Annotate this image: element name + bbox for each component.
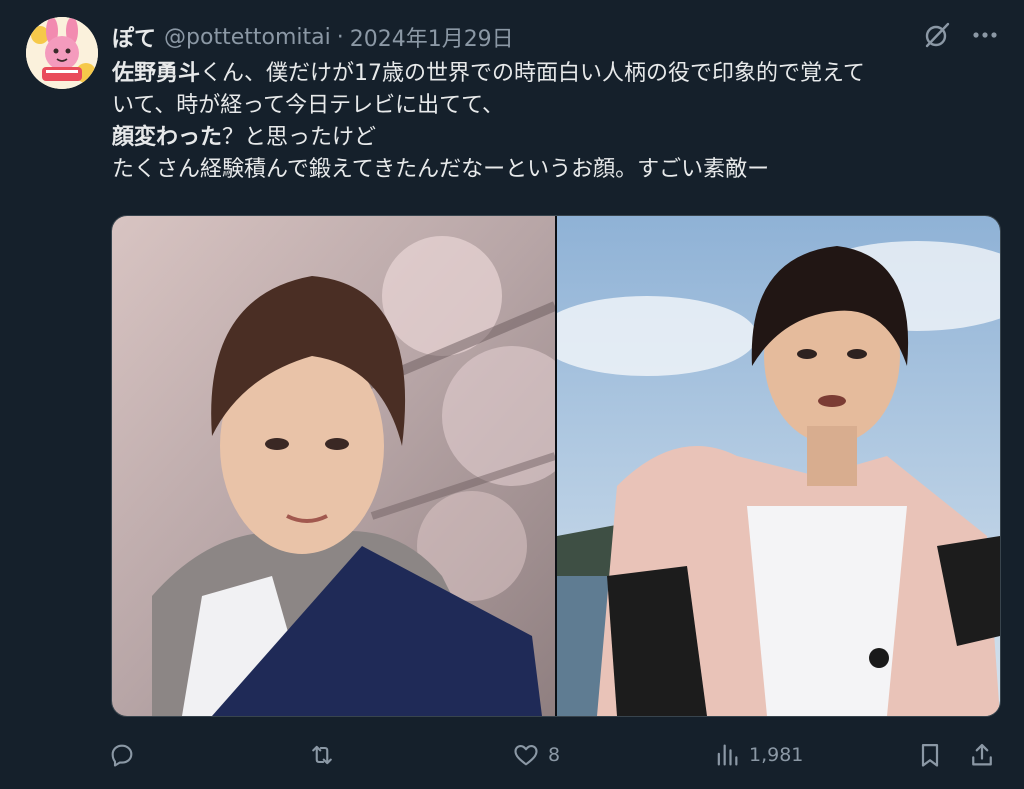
post-date[interactable]: 2024年1月29日 <box>350 21 514 53</box>
tweet: ぽて @pottettomitai · 2024年1月29日 佐野勇斗くん、僕だ… <box>0 0 1024 789</box>
heart-icon <box>514 744 538 766</box>
tweet-text-segment: いて、時が経って今日テレビに出てて、 <box>112 93 505 118</box>
like-button[interactable]: 8 <box>512 735 560 775</box>
tweet-text-segment: 佐野勇斗 <box>112 61 201 86</box>
like-count: 8 <box>548 744 561 766</box>
share-icon <box>972 743 992 766</box>
tweet-line: いて、時が経って今日テレビに出てて、 <box>112 90 992 122</box>
tweet-text-segment: ？と思ったけど <box>222 125 377 150</box>
share-button[interactable] <box>968 735 996 775</box>
reply-button[interactable] <box>108 735 144 775</box>
avatar[interactable] <box>26 17 98 89</box>
bookmark-icon <box>921 743 939 767</box>
view-count: 1,981 <box>749 744 804 766</box>
media-grid <box>111 215 1001 717</box>
separator: · <box>336 24 344 50</box>
photo-right[interactable] <box>557 216 1000 716</box>
tweet-text: 佐野勇斗くん、僕だけが17歳の世界での時面白い人柄の役で印象的で覚えて いて、時… <box>112 58 992 186</box>
tweet-text-segment: たくさん経験積んで鍛えてきたんだなーというお顔。すごい素敵ー <box>112 157 770 182</box>
views-icon <box>717 744 738 766</box>
tweet-line: たくさん経験積んで鍛えてきたんだなーというお顔。すごい素敵ー <box>112 154 992 186</box>
reply-icon <box>111 744 133 767</box>
tweet-header: ぽて @pottettomitai · 2024年1月29日 <box>112 21 514 53</box>
more-icon[interactable] <box>970 22 1000 48</box>
display-name[interactable]: ぽて <box>112 21 156 53</box>
grok-icon[interactable] <box>922 20 952 50</box>
bookmark-button[interactable] <box>916 735 944 775</box>
views-button[interactable]: 1,981 <box>713 735 803 775</box>
retweet-button[interactable] <box>308 735 344 775</box>
tweet-line: 顔変わった？と思ったけど <box>112 122 992 154</box>
tweet-line: 佐野勇斗くん、僕だけが17歳の世界での時面白い人柄の役で印象的で覚えて <box>112 58 992 90</box>
tweet-text-segment: くん、僕だけが17歳の世界での時面白い人柄の役で印象的で覚えて <box>200 61 865 86</box>
retweet-icon <box>312 745 332 765</box>
action-bar: 8 1,981 <box>108 735 998 775</box>
photo-left[interactable] <box>112 216 555 716</box>
tweet-text-segment: 顔変わった <box>112 125 223 150</box>
handle[interactable]: @pottettomitai <box>164 25 331 50</box>
